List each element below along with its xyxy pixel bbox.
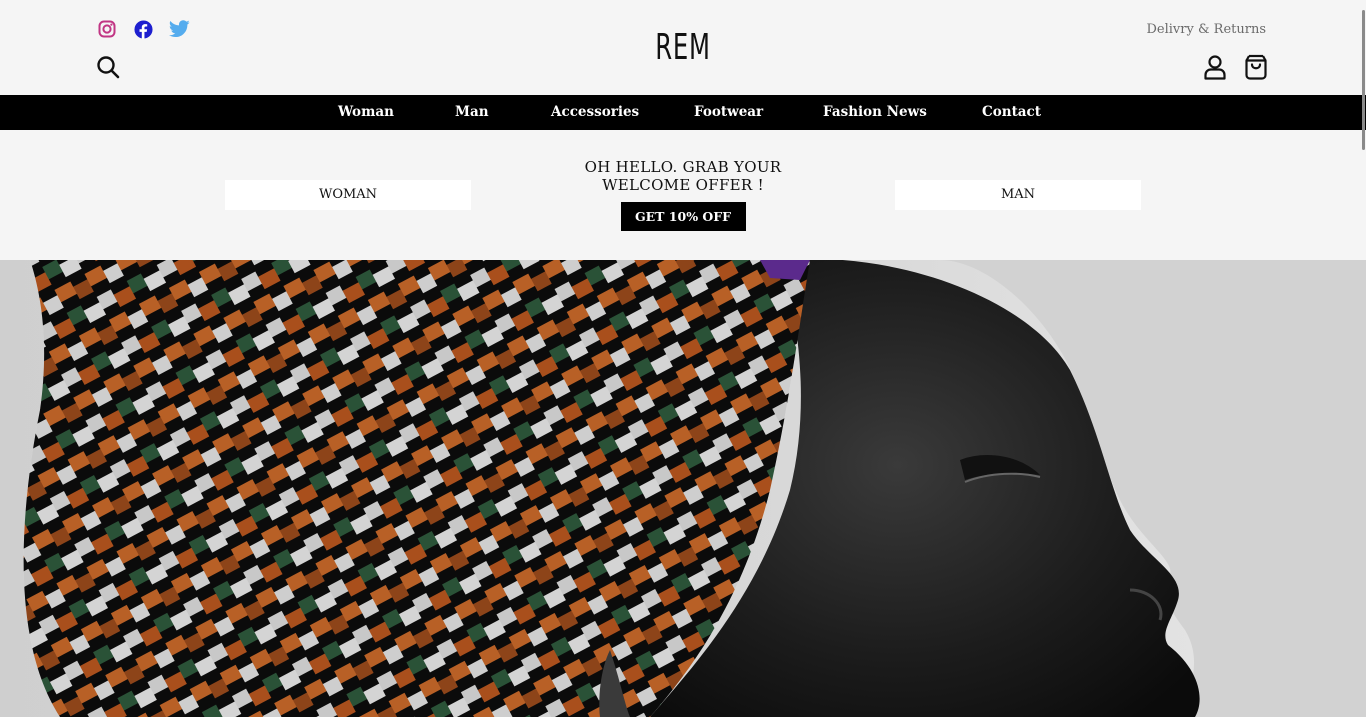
hero-illustration (0, 260, 1366, 717)
nav-item-contact[interactable]: Contact (982, 95, 1041, 130)
nav-item-accessories[interactable]: Accessories (551, 95, 639, 130)
twitter-icon[interactable] (168, 18, 190, 40)
promo-title-line1: OH HELLO. GRAB YOUR (584, 158, 782, 176)
shopping-bag-icon[interactable] (1243, 54, 1269, 80)
nav-item-man[interactable]: Man (455, 95, 489, 130)
facebook-icon[interactable] (132, 18, 154, 40)
account-icon[interactable] (1202, 54, 1228, 80)
promo-title-line2: WELCOME OFFER ! (602, 176, 764, 194)
get-offer-button[interactable]: GET 10% OFF (620, 202, 746, 231)
instagram-icon[interactable] (96, 18, 118, 40)
nav-item-woman[interactable]: Woman (338, 95, 394, 130)
site-logo[interactable]: REM (651, 28, 716, 68)
main-nav: Woman Man Accessories Footwear Fashion N… (0, 95, 1366, 130)
delivery-returns-link[interactable]: Delivry & Returns (1146, 22, 1266, 37)
hero-image (0, 260, 1366, 717)
search-icon[interactable] (96, 55, 120, 79)
site-header: REM Delivry & Returns (0, 0, 1366, 95)
welcome-offer: OH HELLO. GRAB YOUR WELCOME OFFER ! GET … (560, 158, 806, 231)
woman-category-button[interactable]: WOMAN (225, 180, 471, 210)
scrollbar-thumb[interactable] (1362, 10, 1365, 150)
man-category-button[interactable]: MAN (895, 180, 1141, 210)
nav-item-footwear[interactable]: Footwear (694, 95, 763, 130)
promo-banner: WOMAN OH HELLO. GRAB YOUR WELCOME OFFER … (0, 130, 1366, 260)
nav-item-fashion-news[interactable]: Fashion News (823, 95, 927, 130)
social-links (96, 18, 190, 40)
